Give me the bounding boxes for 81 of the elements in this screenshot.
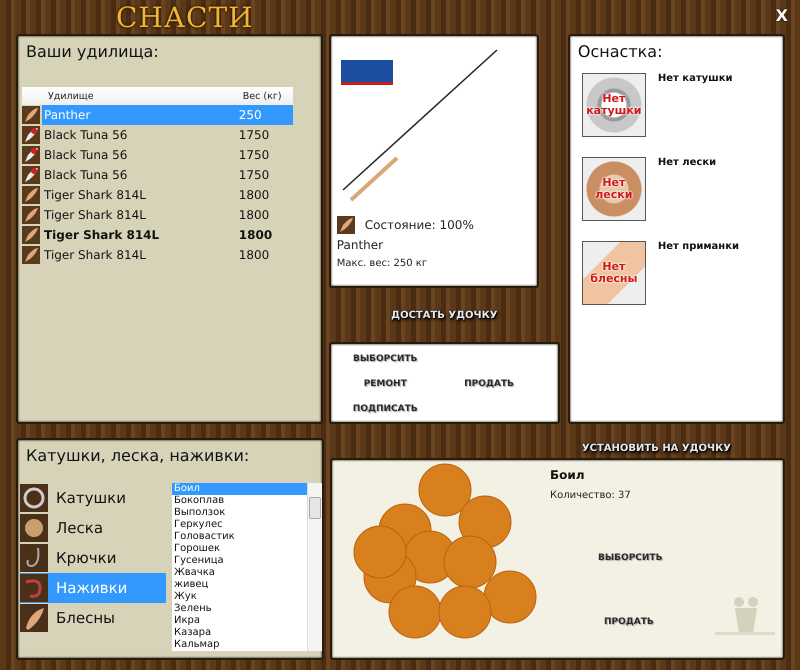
rod-name-cell-text: Black Tuna 56	[43, 127, 128, 144]
hook-icon	[20, 544, 48, 572]
get-rod-button[interactable]: ДОСТАТЬ УДОЧКУ	[387, 308, 502, 322]
rod-name-cell-text: Tiger Shark 814L	[43, 207, 147, 224]
scrollbar[interactable]	[307, 483, 322, 651]
category-item[interactable]: Леска	[20, 513, 166, 543]
weight-cell-text: 1800	[238, 227, 274, 244]
category-item[interactable]: Блесны	[20, 603, 166, 633]
list-item[interactable]: Головастик	[172, 531, 307, 543]
panel-title: Катушки, леска, наживки:	[25, 445, 250, 467]
category-item[interactable]: Крючки	[20, 543, 166, 573]
weight-cell-text: 1750	[238, 127, 270, 144]
weight-cell-text: 1750	[238, 147, 270, 164]
lure-icon	[22, 166, 40, 184]
worm-icon	[20, 574, 48, 602]
weight-cell: 250	[236, 105, 293, 125]
bait-name: Боил	[550, 468, 585, 482]
weight-cell-text: 1800	[238, 187, 270, 204]
column-header: Вес (кг)	[242, 90, 283, 102]
rod-row[interactable]: Black Tuna 56 1750	[22, 145, 293, 165]
list-item[interactable]: Икра	[172, 615, 307, 627]
list-item[interactable]: Зелень	[172, 603, 307, 615]
panel-title: Оснастка:	[576, 41, 664, 63]
list-item[interactable]: Жвачка	[172, 567, 307, 579]
list-item[interactable]: Гусеница	[172, 555, 307, 567]
list-item[interactable]: Геркулес	[172, 519, 307, 531]
slot-label: Нет катушки	[658, 73, 733, 86]
category-item[interactable]: Катушки	[20, 483, 166, 513]
list-item[interactable]: живец	[172, 579, 307, 591]
list-item[interactable]: Казара	[172, 627, 307, 639]
empty-slot-caption: Нет блесны	[590, 261, 638, 285]
lure-icon	[22, 146, 40, 164]
weight-cell-text: 1750	[238, 167, 270, 184]
rod-name-cell-text: Black Tuna 56	[43, 167, 128, 184]
action-button[interactable]: РЕМОНТ	[360, 377, 411, 391]
condition-text: Состояние: 100%	[364, 218, 474, 232]
action-button[interactable]: ПРОДАТЬ	[600, 615, 658, 629]
rod-name-cell-text: Tiger Shark 814L	[43, 187, 147, 204]
list-item[interactable]: Кальмар	[172, 639, 307, 651]
rod-row[interactable]: Tiger Shark 814L 1800	[22, 225, 293, 245]
rod-name-cell-text: Tiger Shark 814L	[43, 227, 160, 244]
feather-icon	[22, 226, 40, 244]
lure-icon	[20, 604, 48, 632]
feather-icon	[22, 106, 40, 124]
rod-name: Panther	[336, 238, 384, 252]
action-button[interactable]: ВЫБОРСИТЬ	[594, 551, 666, 565]
action-button[interactable]: ВЫБОРСИТЬ	[348, 352, 422, 366]
empty-slot[interactable]: Нет катушки	[582, 73, 646, 137]
column-header: Удилище	[47, 90, 95, 102]
feather-icon	[22, 186, 40, 204]
rod-row[interactable]: Tiger Shark 814L 1800	[22, 205, 293, 225]
list-item[interactable]: Бокоплав	[172, 495, 307, 507]
weight-cell-text: 1800	[238, 247, 270, 264]
rod-row[interactable]: Tiger Shark 814L 1800	[22, 245, 293, 265]
rod-name-cell-text: Black Tuna 56	[43, 147, 128, 164]
feather-icon	[22, 246, 40, 264]
feather-icon	[22, 206, 40, 224]
rod-name-cell: Panther	[42, 105, 237, 125]
lure-icon	[22, 126, 40, 144]
feather-icon	[336, 216, 355, 234]
close-button[interactable]: X	[774, 6, 790, 25]
list-item[interactable]: Горошек	[172, 543, 307, 555]
panel-title: Ваши удилища:	[25, 41, 160, 63]
action-button[interactable]: ПРОДАТЬ	[460, 377, 518, 391]
empty-slot-caption: Нет лески	[595, 177, 632, 201]
rod-row[interactable]: Tiger Shark 814L 1800	[22, 185, 293, 205]
install-on-rod-button[interactable]: УСТАНОВИТЬ НА УДОЧКУ	[578, 438, 735, 458]
action-button[interactable]: ПОДПИСАТЬ	[348, 402, 422, 416]
rod-name-cell-text: Tiger Shark 814L	[43, 247, 147, 264]
spool-icon	[20, 514, 48, 542]
slot-label: Нет лески	[658, 157, 716, 170]
list-item[interactable]: Жук	[172, 591, 307, 603]
weight-cell-text: 1800	[238, 207, 270, 224]
quantity-text: Количество: 37	[550, 490, 631, 501]
list-item[interactable]: Выползок	[172, 507, 307, 519]
max-weight-text: Макс. вес: 250 кг	[336, 258, 428, 269]
rod-row[interactable]: Black Tuna 56 1750	[22, 165, 293, 185]
rod-row[interactable]: Black Tuna 56 1750	[22, 125, 293, 145]
slot-label: Нет приманки	[658, 241, 739, 254]
empty-slot-caption: Нет катушки	[586, 93, 642, 117]
window-title: СНАСТИ	[116, 0, 254, 34]
